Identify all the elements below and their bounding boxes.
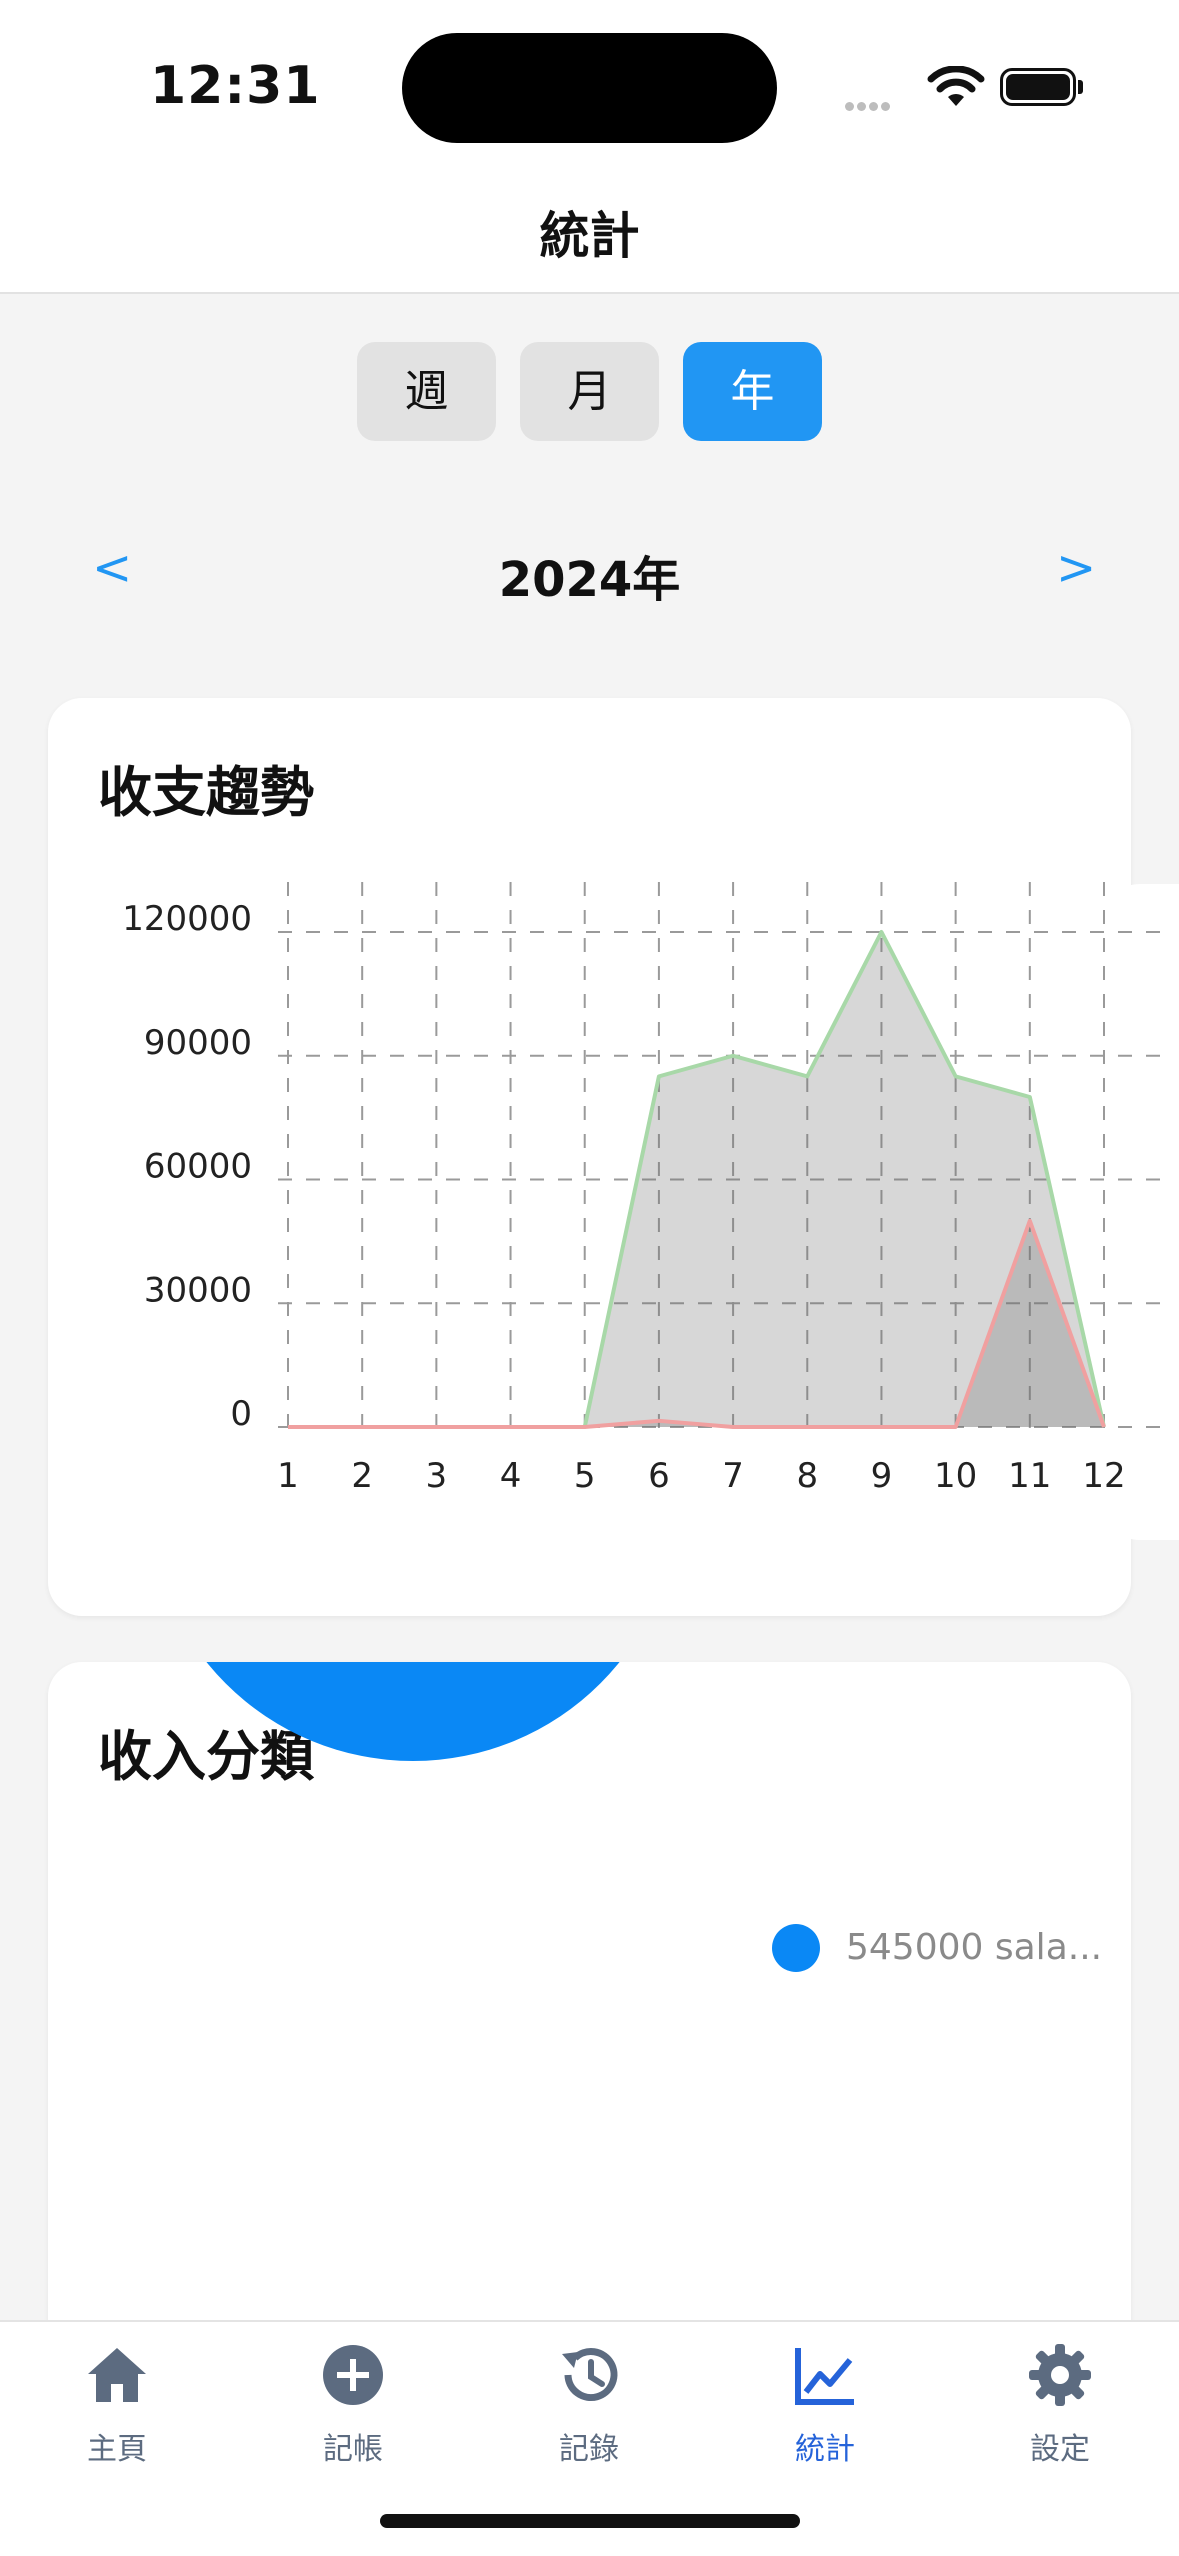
trend-chart: 0300006000090000120000 1 2 3 4 5 6 7 8 9 10 11 12 [122, 882, 1165, 1496]
period-tab-month[interactable]: 月 [520, 342, 659, 441]
x-tick-label: 6 [648, 1456, 670, 1496]
tab-add-entry-label: 記帳 [323, 2432, 383, 2467]
income-pie-slice-salary[interactable] [148, 1662, 678, 1761]
page-title: 統計 [539, 207, 640, 265]
home-icon [88, 2348, 146, 2402]
dynamic-island [402, 33, 777, 143]
home-indicator [380, 2514, 800, 2528]
add-circle-icon [323, 2345, 383, 2405]
legend-dot-salary [772, 1924, 820, 1972]
cellular-signal-icon [845, 96, 893, 115]
gear-icon [1029, 2344, 1091, 2406]
y-tick-label: 120000 [122, 899, 252, 939]
trend-card-title: 收支趨勢 [98, 761, 314, 824]
legend-label-salary: 545000 sala... [846, 1927, 1103, 1968]
x-tick-label: 12 [1082, 1456, 1125, 1496]
tab-add-entry[interactable]: 記帳 [283, 2340, 423, 2468]
x-tick-label: 4 [500, 1456, 522, 1496]
tab-home[interactable]: 主頁 [47, 2340, 187, 2468]
battery-icon [1000, 68, 1076, 106]
period-tab-week[interactable]: 週 [357, 342, 496, 441]
x-tick-label: 9 [871, 1456, 893, 1496]
x-tick-label: 3 [426, 1456, 448, 1496]
battery-tip [1078, 80, 1083, 94]
income-card: 收入分類 [48, 1662, 1131, 2362]
tab-settings-label: 設定 [1030, 2432, 1090, 2467]
y-tick-label: 60000 [144, 1147, 252, 1187]
next-year-button[interactable]: > [1056, 540, 1096, 596]
chart-line-icon [795, 2348, 854, 2405]
wifi-icon [927, 66, 985, 106]
tab-records[interactable]: 記錄 [519, 2340, 659, 2468]
year-label: 2024年 [498, 552, 681, 608]
x-tick-label: 10 [934, 1456, 977, 1496]
y-tick-label: 90000 [144, 1023, 252, 1063]
tab-statistics[interactable]: 統計 [755, 2340, 895, 2468]
y-tick-label: 0 [230, 1394, 252, 1434]
x-tick-label: 11 [1008, 1456, 1051, 1496]
x-tick-label: 2 [351, 1456, 373, 1496]
x-tick-label: 7 [722, 1456, 744, 1496]
x-tick-label: 5 [574, 1456, 596, 1496]
y-tick-label: 30000 [144, 1270, 252, 1310]
x-tick-label: 1 [277, 1456, 299, 1496]
status-time: 12:31 [150, 56, 321, 116]
history-icon [562, 2348, 618, 2402]
tab-statistics-label: 統計 [795, 2432, 855, 2467]
tab-settings[interactable]: 設定 [990, 2340, 1130, 2468]
tab-records-label: 記錄 [559, 2432, 619, 2467]
period-tab-year[interactable]: 年 [683, 342, 822, 441]
tab-home-label: 主頁 [87, 2432, 147, 2467]
x-tick-label: 8 [796, 1456, 818, 1496]
